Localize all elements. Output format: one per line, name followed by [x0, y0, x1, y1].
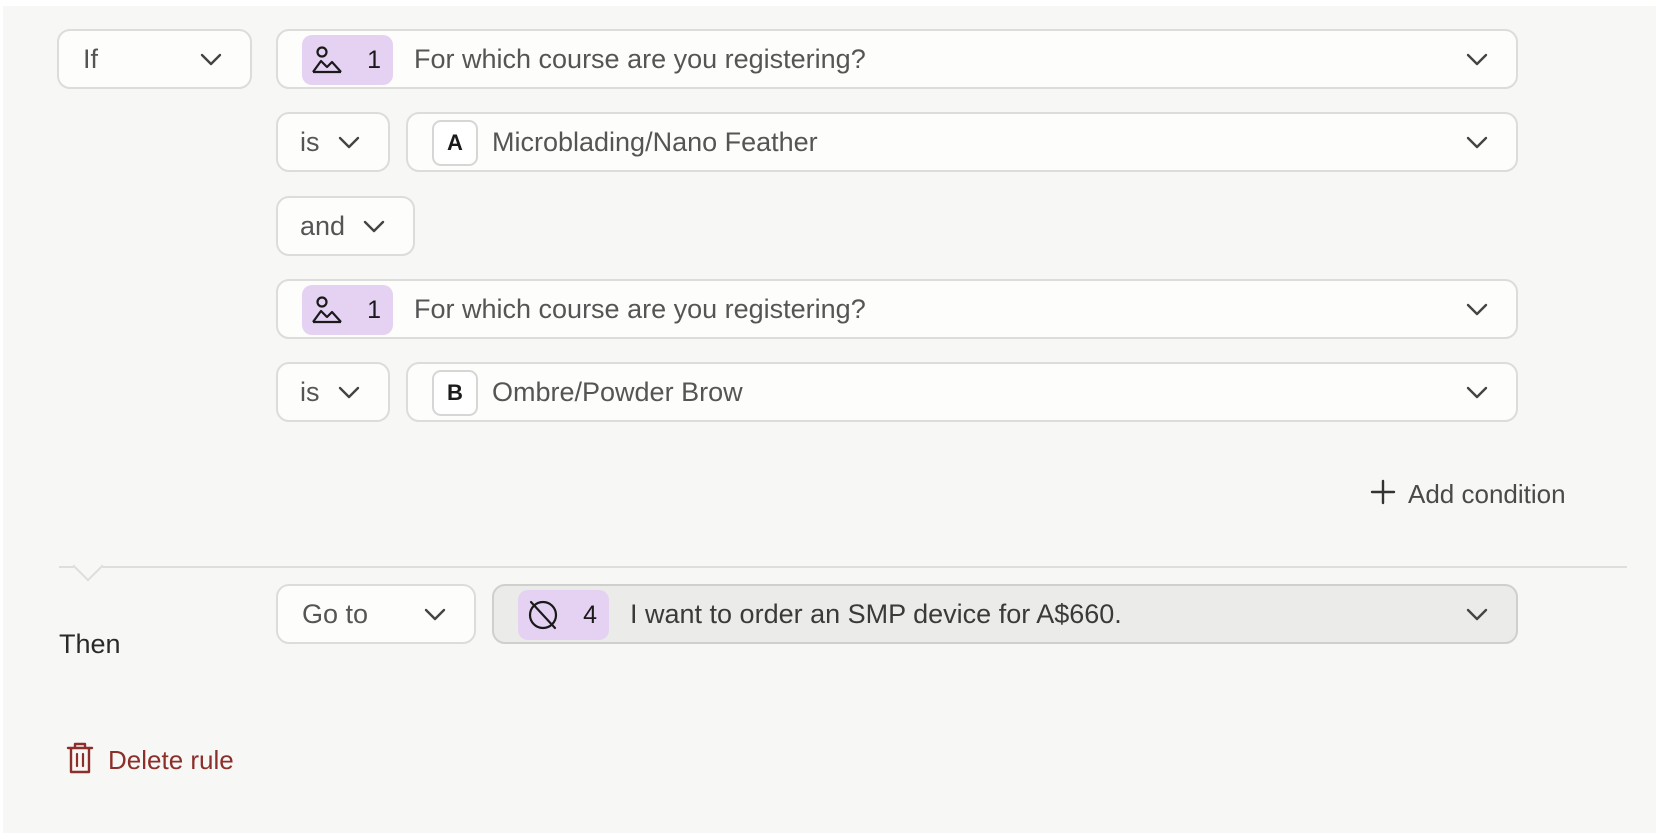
delete-rule-label: Delete rule — [108, 744, 234, 775]
chevron-down-icon — [422, 606, 448, 622]
joiner-dropdown[interactable]: and — [276, 196, 415, 256]
comparator-dropdown[interactable]: is — [276, 112, 390, 172]
if-operator-dropdown[interactable]: If — [57, 29, 252, 89]
delete-rule-button[interactable]: Delete rule — [66, 740, 234, 780]
condition-question-select[interactable]: 1 For which course are you registering? — [276, 279, 1518, 339]
action-dropdown[interactable]: Go to — [276, 584, 476, 644]
chevron-down-icon — [1464, 301, 1490, 317]
chevron-down-icon — [361, 218, 387, 234]
add-condition-label: Add condition — [1408, 478, 1566, 509]
chevron-down-icon — [1464, 51, 1490, 67]
user-landscape-icon — [310, 43, 344, 77]
question-badge: 1 — [302, 285, 393, 335]
answer-letter-badge: B — [432, 370, 478, 416]
chevron-down-icon — [198, 51, 224, 67]
answer-text: Microblading/Nano Feather — [492, 126, 818, 157]
question-number: 1 — [367, 45, 381, 74]
answer-letter-badge: A — [432, 120, 478, 166]
trash-icon — [66, 741, 94, 780]
target-number: 4 — [583, 600, 597, 629]
question-text: For which course are you registering? — [414, 293, 866, 324]
question-number: 1 — [367, 295, 381, 324]
chevron-down-icon — [1464, 384, 1490, 400]
user-landscape-icon — [310, 293, 344, 327]
condition-question-select[interactable]: 1 For which course are you registering? — [276, 29, 1518, 89]
add-condition-button[interactable]: Add condition — [1370, 476, 1566, 512]
target-text: I want to order an SMP device for A$660. — [630, 598, 1122, 629]
comparator-dropdown[interactable]: is — [276, 362, 390, 422]
chevron-down-icon — [336, 134, 362, 150]
action-label: Go to — [302, 598, 369, 629]
answer-select[interactable]: A Microblading/Nano Feather — [406, 112, 1518, 172]
question-badge: 1 — [302, 35, 393, 85]
answer-text: Ombre/Powder Brow — [492, 376, 743, 407]
comparator-label: is — [300, 126, 320, 157]
goto-target-select[interactable]: 4 I want to order an SMP device for A$66… — [492, 584, 1518, 644]
chevron-down-icon — [1464, 134, 1490, 150]
target-badge: 4 — [518, 590, 609, 640]
plus-icon — [1370, 479, 1396, 510]
question-text: For which course are you registering? — [414, 43, 866, 74]
then-label: Then — [59, 629, 121, 659]
if-operator-label: If — [83, 43, 99, 74]
section-divider — [59, 566, 1627, 568]
joiner-label: and — [300, 210, 346, 241]
comparator-label: is — [300, 376, 320, 407]
answer-select[interactable]: B Ombre/Powder Brow — [406, 362, 1518, 422]
chevron-down-icon — [1464, 606, 1490, 622]
disabled-circle-icon — [526, 598, 560, 632]
chevron-down-icon — [336, 384, 362, 400]
panel-bottom-edge — [0, 833, 1656, 840]
